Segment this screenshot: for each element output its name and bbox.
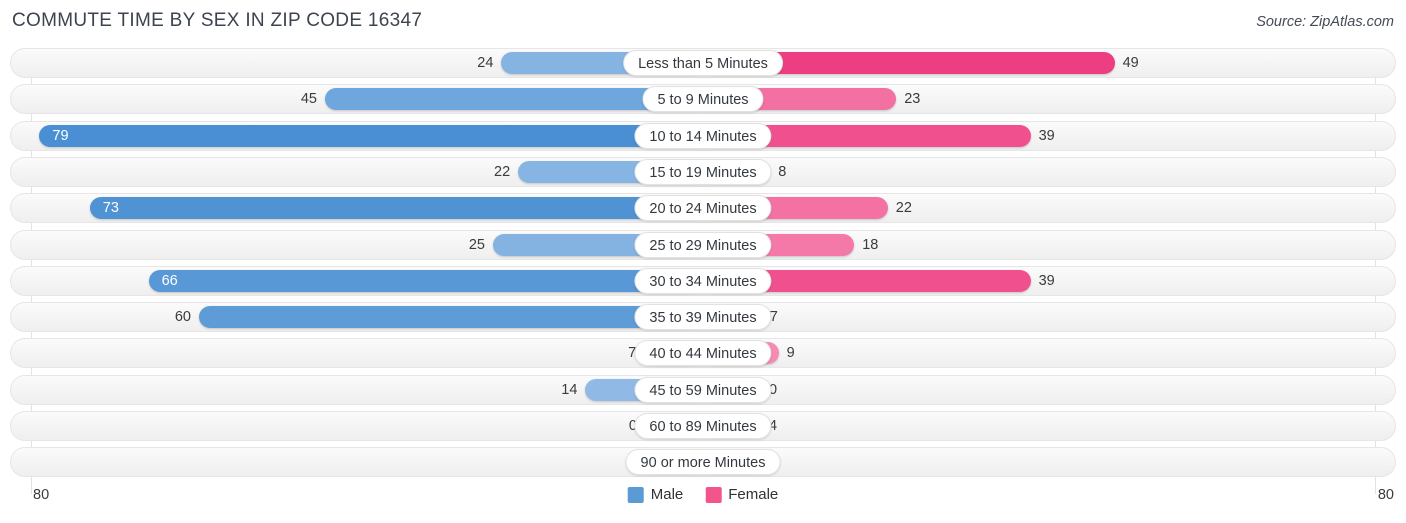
value-label-female: 39	[1038, 127, 1055, 144]
category-label: 25 to 29 Minutes	[634, 231, 772, 258]
category-label: 10 to 14 Minutes	[634, 122, 772, 149]
legend-swatch-female	[705, 486, 722, 503]
plot-area: 24 49 Less than 5 Minutes 45 23 5 to 9 Minute…	[0, 48, 1406, 494]
value-label-male: 73	[102, 200, 119, 217]
category-label: 45 to 59 Minutes	[634, 376, 772, 403]
chart-row: 24 49 Less than 5 Minutes	[10, 48, 1396, 78]
chart-row: 60 7 35 to 39 Minutes	[10, 302, 1396, 333]
chart-row: 45 23 5 to 9 Minutes	[10, 84, 1396, 115]
source-label: Source: ZipAtlas.com	[1256, 14, 1394, 30]
bar-male[interactable]	[148, 269, 703, 292]
value-label-female: 22	[895, 200, 912, 217]
value-label-male: 22	[494, 163, 511, 180]
legend-item-female[interactable]: Female	[705, 486, 778, 503]
chart-row: 14 0 45 to 59 Minutes	[10, 374, 1396, 405]
category-label: 20 to 24 Minutes	[634, 195, 772, 222]
value-label-male: 25	[468, 236, 485, 253]
legend-item-male[interactable]: Male	[627, 486, 684, 503]
value-label-male: 14	[561, 381, 578, 398]
value-label-female: 18	[862, 236, 879, 253]
value-label-female: 49	[1122, 55, 1139, 71]
axis-max-left: 80	[33, 487, 50, 503]
commute-time-chart: COMMUTE TIME BY SEX IN ZIP CODE 16347 So…	[0, 0, 1406, 523]
bar-male[interactable]	[199, 306, 703, 329]
chart-row: 0090 or more Minutes	[10, 447, 1396, 478]
category-label: Less than 5 Minutes	[623, 50, 783, 76]
bar-male[interactable]	[89, 197, 703, 220]
category-label: 60 to 89 Minutes	[634, 413, 772, 439]
chart-row: 0 4 60 to 89 Minutes	[10, 411, 1396, 441]
value-label-male: 24	[477, 55, 494, 71]
legend: Male Female	[627, 486, 778, 503]
chart-row: 25 18 25 to 29 Minutes	[10, 229, 1396, 260]
chart-row: 79 39 10 to 14 Minutes	[10, 120, 1396, 151]
value-label-male: 79	[52, 127, 69, 144]
value-label-male: 0	[628, 418, 637, 434]
legend-label: Male	[650, 486, 684, 503]
value-label-male: 66	[161, 272, 178, 289]
legend-label: Female	[728, 486, 779, 503]
value-label-male: 0	[10, 451, 637, 473]
axis-max-right: 80	[1377, 487, 1394, 503]
category-label: 5 to 9 Minutes	[642, 86, 764, 113]
chart-row: 66 39 30 to 34 Minutes	[10, 265, 1396, 296]
value-label-female: 8	[778, 163, 787, 180]
legend-swatch-male	[627, 486, 644, 503]
value-label-female: 23	[904, 91, 921, 108]
chart-row: 22 8 15 to 19 Minutes	[10, 156, 1396, 187]
category-label: 90 or more Minutes	[625, 449, 781, 476]
page-title: COMMUTE TIME BY SEX IN ZIP CODE 16347	[12, 10, 423, 31]
category-label: 40 to 44 Minutes	[634, 340, 772, 367]
value-label-male: 60	[174, 309, 191, 326]
category-label: 15 to 19 Minutes	[634, 158, 772, 185]
category-label: 30 to 34 Minutes	[634, 267, 772, 294]
value-label-female: 39	[1038, 272, 1055, 289]
value-label-female: 9	[786, 345, 795, 362]
category-label: 35 to 39 Minutes	[634, 304, 772, 331]
value-label-male: 7	[628, 345, 637, 362]
bar-male[interactable]	[39, 124, 703, 147]
value-label-male: 45	[300, 91, 317, 108]
chart-row: 7 9 40 to 44 Minutes	[10, 338, 1396, 369]
chart-row: 73 22 20 to 24 Minutes	[10, 193, 1396, 224]
